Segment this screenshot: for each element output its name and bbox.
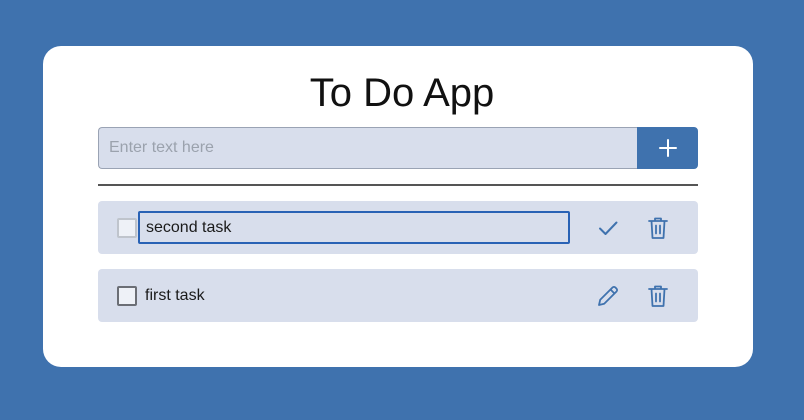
save-task-button[interactable] (594, 214, 622, 242)
trash-icon (648, 285, 668, 307)
new-task-input[interactable] (98, 127, 638, 169)
task-item (98, 201, 698, 254)
task-checkbox[interactable] (117, 218, 137, 238)
edit-task-button[interactable] (594, 282, 622, 310)
pencil-icon (598, 286, 618, 306)
divider (98, 184, 698, 186)
add-task-button[interactable] (637, 127, 698, 169)
new-task-form (98, 127, 698, 169)
task-edit-input[interactable] (138, 211, 570, 244)
task-checkbox[interactable] (117, 286, 137, 306)
task-item: first task (98, 269, 698, 322)
task-label: first task (145, 287, 205, 304)
delete-task-button[interactable] (644, 214, 672, 242)
delete-task-button[interactable] (644, 282, 672, 310)
trash-icon (648, 217, 668, 239)
plus-icon (658, 139, 677, 157)
check-icon (599, 221, 618, 235)
app-title: To Do App (309, 71, 495, 115)
